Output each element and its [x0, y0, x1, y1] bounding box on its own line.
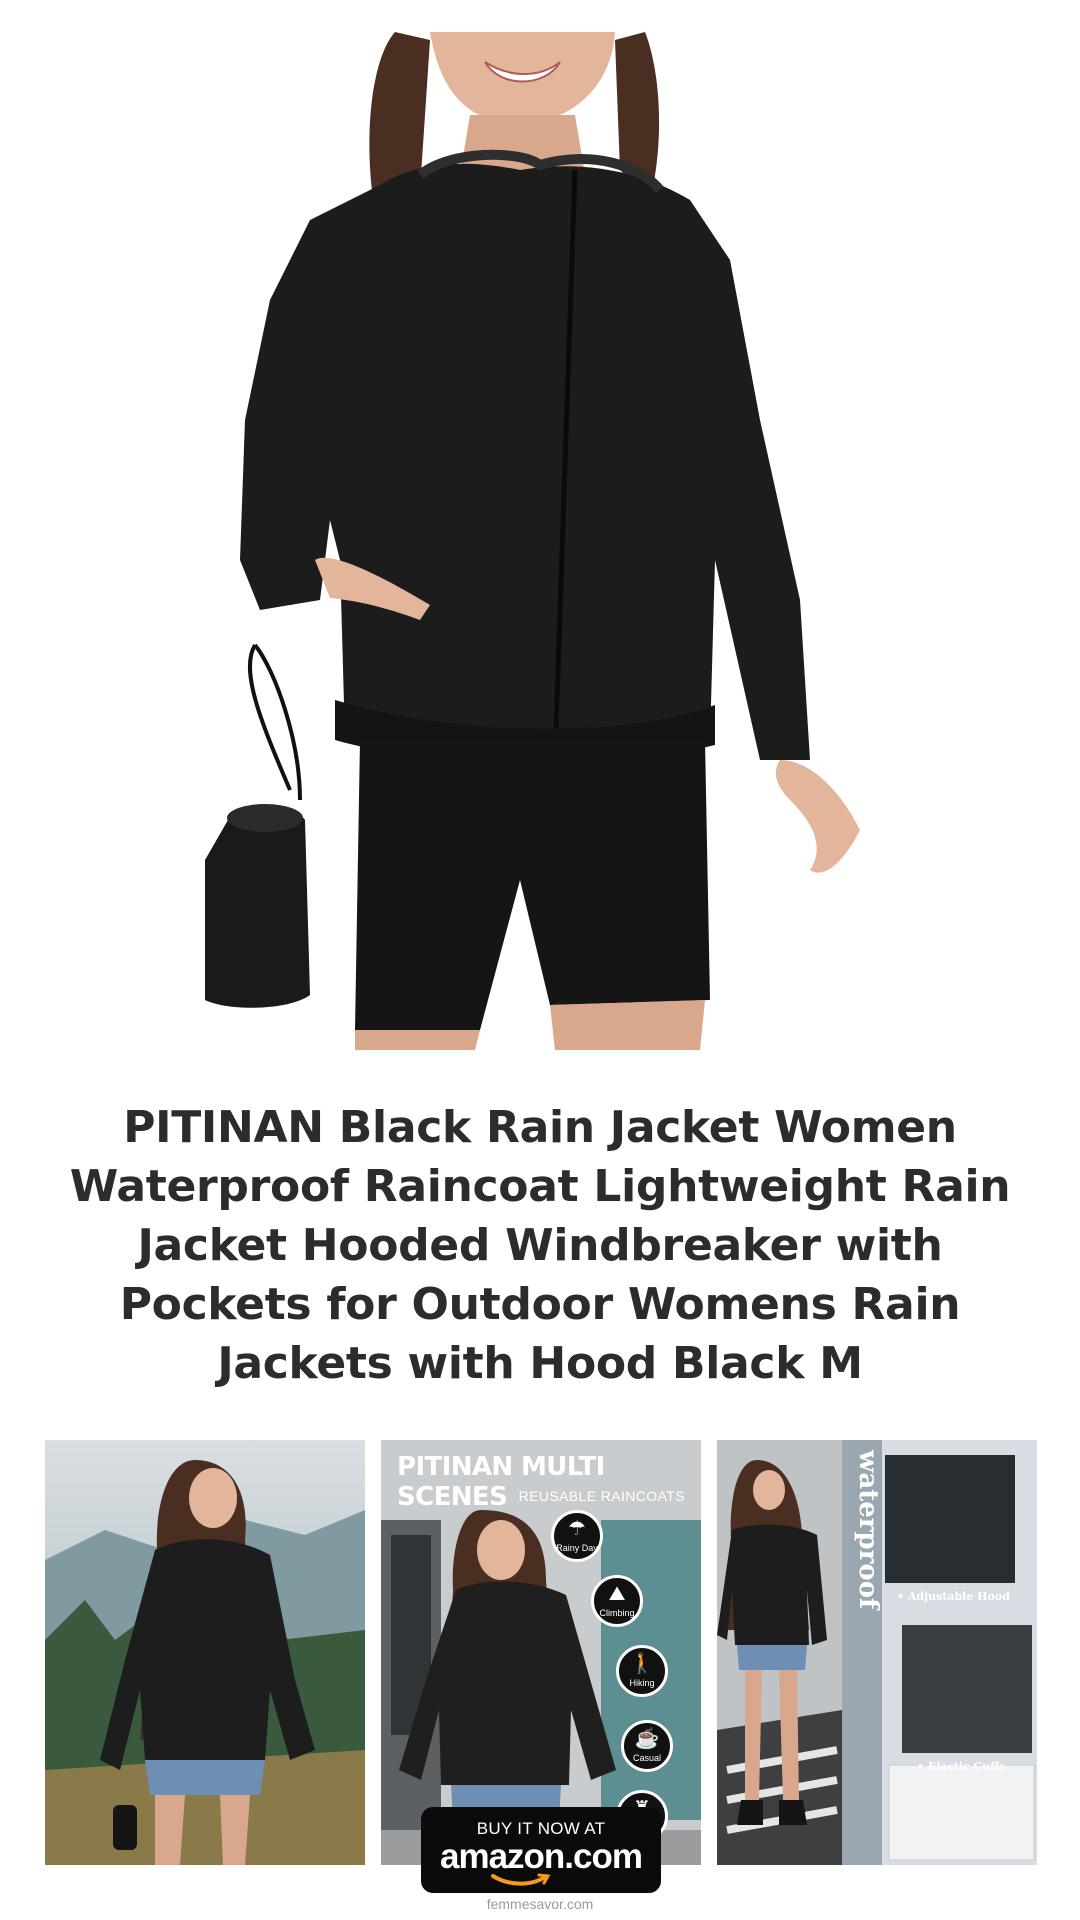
feature-adjustable-hood: • Adjustable Hood: [897, 1590, 1010, 1603]
cta-line2: amazon.com: [440, 1837, 643, 1876]
hero-product-image: [0, 0, 1080, 1050]
product-title: PITINAN Black Rain Jacket Women Waterpro…: [69, 1102, 1011, 1389]
rain-cloud-icon: ☂ Rainy Day: [551, 1510, 603, 1562]
buy-on-amazon-button[interactable]: BUY IT NOW AT amazon.com: [421, 1807, 661, 1893]
hiking-icon: 🚶 Hiking: [616, 1645, 668, 1697]
cta-line1: BUY IT NOW AT: [476, 1819, 606, 1838]
waterproof-label: waterproof: [853, 1450, 883, 1610]
climbing-icon: ⛰ Climbing: [591, 1575, 643, 1627]
footer-site: femmesavor.com: [486, 1896, 594, 1912]
thumbnail-multi-scenes[interactable]: PITINAN MULTI SCENES REUSABLE RAINCOATS …: [381, 1440, 701, 1865]
feature-elastic-cuffs: • Elastic Cuffs: [917, 1760, 1006, 1773]
outdoor-scene-image: [45, 1440, 365, 1865]
coffee-cup-icon: ☕ Casual: [621, 1720, 673, 1772]
scenes-subtitle: REUSABLE RAINCOATS: [518, 1488, 685, 1504]
thumbnail-features[interactable]: waterproof • Adjustable Hood • Elastic C…: [717, 1440, 1037, 1865]
amazon-smile-icon: [491, 1873, 551, 1886]
thumbnail-outdoor-scene[interactable]: [45, 1440, 365, 1865]
